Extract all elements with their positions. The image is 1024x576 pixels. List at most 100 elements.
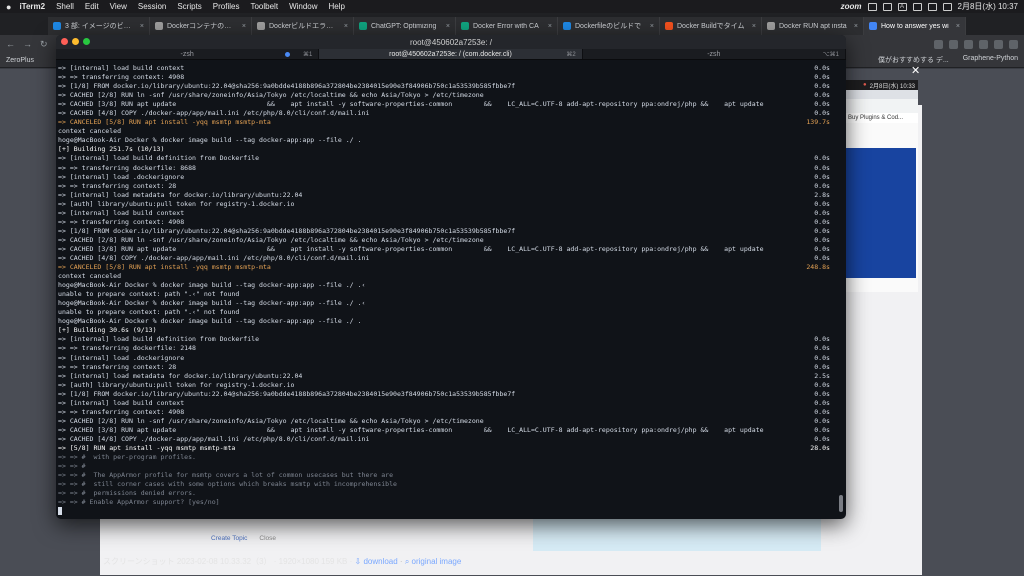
terminal-line-text: => [auth] library/ubuntu:pull token for … bbox=[58, 199, 295, 208]
reload-icon[interactable]: ↻ bbox=[40, 39, 48, 50]
chrome-tab[interactable]: How to answer yes wi × bbox=[864, 17, 966, 35]
chrome-tab-title: 3 部: イメージのビルド bbox=[65, 23, 136, 30]
favicon-icon bbox=[563, 22, 571, 30]
create-topic-button[interactable]: Create Topic bbox=[211, 535, 247, 542]
menu-edit[interactable]: Edit bbox=[85, 2, 99, 11]
terminal-line: context canceled bbox=[58, 127, 830, 136]
chrome-tab-title: Docker RUN apt insta bbox=[779, 22, 847, 30]
terminal-scrollbar[interactable] bbox=[839, 495, 843, 512]
extension-icon[interactable] bbox=[934, 39, 943, 49]
terminal-line: => [internal] load build definition from… bbox=[58, 154, 830, 163]
lightbox-close-icon[interactable]: ✕ bbox=[911, 64, 920, 77]
step-duration: 0.0s bbox=[814, 416, 830, 425]
chrome-tab[interactable]: Dockerfileのビルドで × bbox=[558, 17, 660, 35]
terminal-line-text: => => transferring dockerfile: 2148 bbox=[58, 344, 196, 353]
iterm-window-title: root@450602a7253e: / bbox=[410, 37, 492, 47]
terminal-line-text: unable to prepare context: path ".‹" not… bbox=[58, 308, 240, 317]
menu-toolbelt[interactable]: Toolbelt bbox=[250, 2, 278, 11]
lightbox-caption: スクリーンショット 2023-02-08 10.33.32（3） · 1920×… bbox=[103, 557, 462, 566]
close-tab-icon[interactable]: × bbox=[650, 23, 654, 30]
iterm-tab-3[interactable]: -zsh ⌥⌘1 bbox=[583, 49, 846, 59]
terminal-line-text: => [internal] load build context bbox=[58, 64, 185, 72]
terminal-line: => [1/8] FROM docker.io/library/ubuntu:2… bbox=[58, 390, 830, 399]
extension-icon[interactable] bbox=[964, 39, 973, 49]
terminal-line: => [internal] load metadata for docker.i… bbox=[58, 191, 830, 200]
search-icon[interactable] bbox=[927, 2, 937, 11]
terminal-line: => => transferring context: 4908 0.0s bbox=[58, 218, 830, 227]
terminal-line: => [internal] load build context 0.0s bbox=[58, 64, 830, 73]
menu-window[interactable]: Window bbox=[289, 2, 317, 11]
screen-record-icon[interactable] bbox=[867, 2, 877, 11]
close-tab-icon[interactable]: × bbox=[956, 23, 960, 30]
close-tab-icon[interactable]: × bbox=[548, 23, 552, 30]
bookmark-zeroplus[interactable]: ZeroPlus bbox=[6, 57, 34, 64]
menu-session[interactable]: Session bbox=[138, 2, 166, 11]
terminal-line: => [1/8] FROM docker.io/library/ubuntu:2… bbox=[58, 82, 830, 91]
terminal-line: => CACHED [4/8] COPY ./docker-app/app/ma… bbox=[58, 109, 830, 118]
close-window-button[interactable] bbox=[61, 38, 68, 45]
menubar-clock[interactable]: 2月8日(水) 10:37 bbox=[958, 1, 1018, 12]
terminal-line-text: => [internal] load metadata for docker.i… bbox=[58, 371, 303, 380]
close-tab-icon[interactable]: × bbox=[344, 23, 348, 30]
control-center-icon[interactable] bbox=[942, 2, 952, 11]
terminal-prompt-line[interactable] bbox=[58, 507, 830, 516]
iterm-tabbar: -zsh ⌘1 root@450602a7253e: / (com.docker… bbox=[56, 49, 846, 60]
terminal-line-text: => CANCELED [5/8] RUN apt install -yqq m… bbox=[58, 263, 271, 272]
zoom-status-icon[interactable]: zoom bbox=[841, 2, 862, 11]
download-link[interactable]: ⇩ download bbox=[355, 557, 398, 566]
step-duration: 0.0s bbox=[814, 344, 830, 353]
bookmark-graphene[interactable]: Graphene-Python bbox=[963, 55, 1018, 65]
chrome-tab[interactable]: Dockerビルドエラー解 × bbox=[252, 17, 354, 35]
menu-kebab-icon[interactable] bbox=[1009, 39, 1018, 49]
chrome-tab[interactable]: 3 部: イメージのビルド × bbox=[48, 17, 150, 35]
terminal-line-text: => => transferring context: 4908 bbox=[58, 407, 185, 416]
extension-icons bbox=[934, 39, 1018, 49]
chrome-tab[interactable]: ChatGPT: Optimizing × bbox=[354, 17, 456, 35]
menu-shell[interactable]: Shell bbox=[56, 2, 74, 11]
zoom-window-button[interactable] bbox=[83, 38, 90, 45]
forward-icon[interactable]: → bbox=[23, 39, 32, 49]
menu-view[interactable]: View bbox=[110, 2, 127, 11]
extension-icon[interactable] bbox=[949, 39, 958, 49]
close-tab-icon[interactable]: × bbox=[752, 23, 756, 30]
input-source-icon[interactable]: A bbox=[897, 2, 907, 11]
battery-icon[interactable] bbox=[882, 2, 892, 11]
original-image-link[interactable]: ⌕ original image bbox=[405, 557, 462, 566]
iterm-tab-1[interactable]: -zsh ⌘1 bbox=[56, 49, 320, 59]
terminal-line-text: hoge@MacBook-Air Docker % docker image b… bbox=[58, 281, 366, 290]
menu-app-name[interactable]: iTerm2 bbox=[19, 2, 45, 11]
close-tab-icon[interactable]: × bbox=[854, 23, 858, 30]
step-duration: 0.0s bbox=[814, 163, 830, 172]
step-duration: 0.0s bbox=[814, 407, 830, 416]
embedded-light-panel bbox=[533, 515, 821, 551]
iterm-tab-2[interactable]: root@450602a7253e: / (com.docker.cli) ⌘2 bbox=[319, 49, 583, 59]
terminal-line-text: => [internal] load build context bbox=[58, 208, 185, 217]
profile-avatar-icon[interactable] bbox=[994, 39, 1003, 49]
terminal-line-text: context canceled bbox=[58, 127, 122, 136]
embedded-toolbar bbox=[838, 99, 918, 113]
chrome-tab[interactable]: Docker Error with CA × bbox=[456, 17, 558, 35]
menu-profiles[interactable]: Profiles bbox=[213, 2, 240, 11]
step-duration: 0.0s bbox=[814, 335, 830, 344]
extension-icon[interactable] bbox=[979, 39, 988, 49]
step-duration: 0.0s bbox=[814, 100, 830, 109]
menu-scripts[interactable]: Scripts bbox=[177, 2, 201, 11]
menu-help[interactable]: Help bbox=[329, 2, 345, 11]
chrome-tab[interactable]: Docker Buildでタイム × bbox=[660, 17, 762, 35]
chrome-tab-title: Docker Error with CA bbox=[473, 22, 539, 30]
close-topic-button[interactable]: Close bbox=[259, 535, 276, 542]
chrome-tab[interactable]: Docker RUN apt insta × bbox=[762, 17, 864, 35]
minimize-window-button[interactable] bbox=[72, 38, 79, 45]
close-tab-icon[interactable]: × bbox=[446, 23, 450, 30]
terminal-output[interactable]: => [internal] load build context 0.0s => =… bbox=[56, 62, 846, 519]
terminal-line-text: unable to prepare context: path ".‹" not… bbox=[58, 290, 240, 299]
back-icon[interactable]: ← bbox=[6, 39, 15, 49]
chrome-tab[interactable]: Dockerコンテナのビル × bbox=[150, 17, 252, 35]
close-tab-icon[interactable]: × bbox=[242, 23, 246, 30]
close-tab-icon[interactable]: × bbox=[140, 23, 144, 30]
wifi-icon[interactable] bbox=[912, 2, 922, 11]
apple-menu-icon[interactable]: ● bbox=[6, 2, 11, 12]
terminal-line-text: => CACHED [4/8] COPY ./docker-app/app/ma… bbox=[58, 253, 370, 262]
terminal-line: => [internal] load build context 0.0s bbox=[58, 399, 830, 408]
step-duration: 0.0s bbox=[814, 199, 830, 208]
